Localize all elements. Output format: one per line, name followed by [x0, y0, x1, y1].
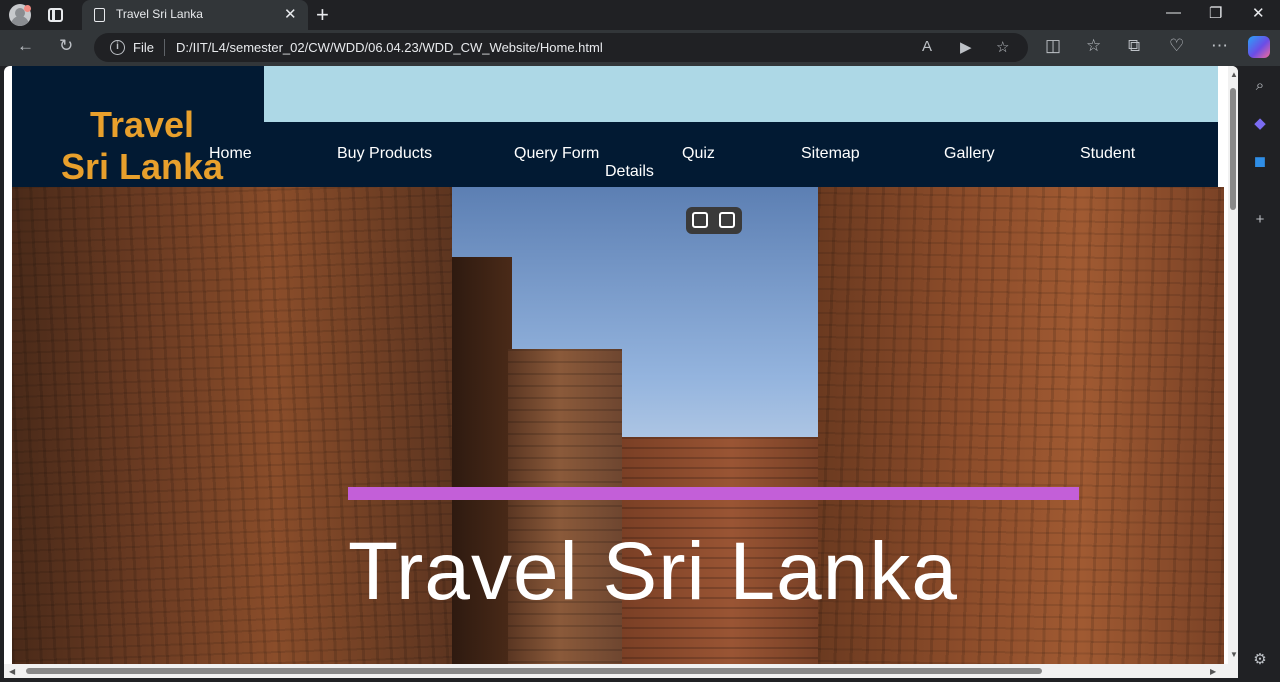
browser-toolbar: ← ↻ i File D:/IIT/L4/semester_02/CW/WDD/…: [0, 30, 1280, 66]
video-enhance-icon[interactable]: [719, 212, 735, 228]
edge-sidebar: ⌕ ◆ ◼ + ⚙: [1240, 66, 1280, 682]
hero-accent-bar: [348, 487, 1079, 500]
web-page: Travel Sri Lanka Home Buy Products Query…: [12, 66, 1224, 664]
nav-student[interactable]: Student: [1080, 145, 1135, 163]
logo-line-1: Travel: [89, 104, 195, 145]
address-bar[interactable]: i File D:/IIT/L4/semester_02/CW/WDD/06.0…: [94, 33, 1028, 62]
scroll-right-icon[interactable]: ▶: [1210, 667, 1216, 676]
scroll-up-icon[interactable]: ▲: [1230, 70, 1238, 79]
video-overlay-controls[interactable]: [686, 207, 742, 234]
maximize-icon[interactable]: ❐: [1209, 4, 1222, 22]
outlook-icon[interactable]: ◼: [1250, 152, 1270, 172]
copilot-sidebar-icon[interactable]: ◆: [1250, 114, 1270, 134]
divider: [164, 39, 165, 56]
browser-essentials-icon[interactable]: ♡: [1169, 36, 1184, 56]
read-aloud-icon[interactable]: A: [922, 38, 932, 55]
back-icon[interactable]: ←: [17, 36, 34, 56]
document-icon: [94, 8, 105, 22]
browser-tab[interactable]: Travel Sri Lanka ✕: [82, 0, 308, 30]
pop-out-video-icon[interactable]: [692, 212, 708, 228]
add-sidebar-icon[interactable]: +: [1250, 210, 1270, 230]
nav-sitemap[interactable]: Sitemap: [801, 145, 860, 163]
nav-details[interactable]: Details: [605, 163, 654, 181]
tab-strip: Travel Sri Lanka ✕ + — ❐ ✕: [0, 0, 1280, 30]
minimize-icon[interactable]: —: [1166, 4, 1181, 21]
logo-line-2: Sri Lanka: [60, 146, 224, 187]
file-label: File: [133, 40, 154, 55]
picture-in-picture-icon[interactable]: ▶: [960, 38, 972, 56]
vertical-scroll-thumb[interactable]: [1230, 88, 1236, 210]
split-screen-icon[interactable]: ◫: [1045, 36, 1061, 56]
hero-title: Travel Sri Lanka: [348, 526, 958, 617]
scroll-down-icon[interactable]: ▼: [1230, 650, 1238, 659]
info-icon[interactable]: i: [110, 40, 125, 55]
copilot-icon[interactable]: [1248, 36, 1270, 58]
close-tab-icon[interactable]: ✕: [284, 5, 297, 23]
more-menu-icon[interactable]: ⋯: [1211, 36, 1228, 56]
url-text[interactable]: D:/IIT/L4/semester_02/CW/WDD/06.04.23/WD…: [176, 40, 603, 55]
horizontal-scrollbar[interactable]: ◀ ▶: [4, 664, 1238, 678]
new-tab-icon[interactable]: +: [316, 2, 329, 28]
site-logo[interactable]: Travel Sri Lanka: [52, 104, 232, 188]
collections-icon[interactable]: ⧉: [1128, 36, 1140, 56]
settings-gear-icon[interactable]: ⚙: [1250, 650, 1270, 670]
tab-title: Travel Sri Lanka: [116, 7, 203, 21]
nav-home[interactable]: Home: [209, 145, 252, 163]
window-close-icon[interactable]: ✕: [1252, 4, 1265, 22]
vertical-scrollbar[interactable]: ▲ ▼: [1228, 66, 1238, 664]
reload-icon[interactable]: ↻: [59, 36, 73, 56]
page-viewport: Travel Sri Lanka Home Buy Products Query…: [4, 66, 1238, 678]
favorite-star-icon[interactable]: ☆: [996, 38, 1009, 56]
nav-gallery[interactable]: Gallery: [944, 145, 995, 163]
horizontal-scroll-thumb[interactable]: [26, 668, 1042, 674]
nav-buy-products[interactable]: Buy Products: [337, 145, 432, 163]
profile-notification-dot: [24, 5, 31, 12]
hero-video[interactable]: Travel Sri Lanka: [12, 187, 1224, 664]
scroll-left-icon[interactable]: ◀: [9, 667, 15, 676]
tab-actions-icon[interactable]: [48, 8, 63, 22]
nav-query-form[interactable]: Query Form: [514, 145, 599, 163]
favorites-icon[interactable]: ☆: [1086, 36, 1101, 56]
nav-quiz[interactable]: Quiz: [682, 145, 715, 163]
search-icon[interactable]: ⌕: [1250, 76, 1270, 96]
